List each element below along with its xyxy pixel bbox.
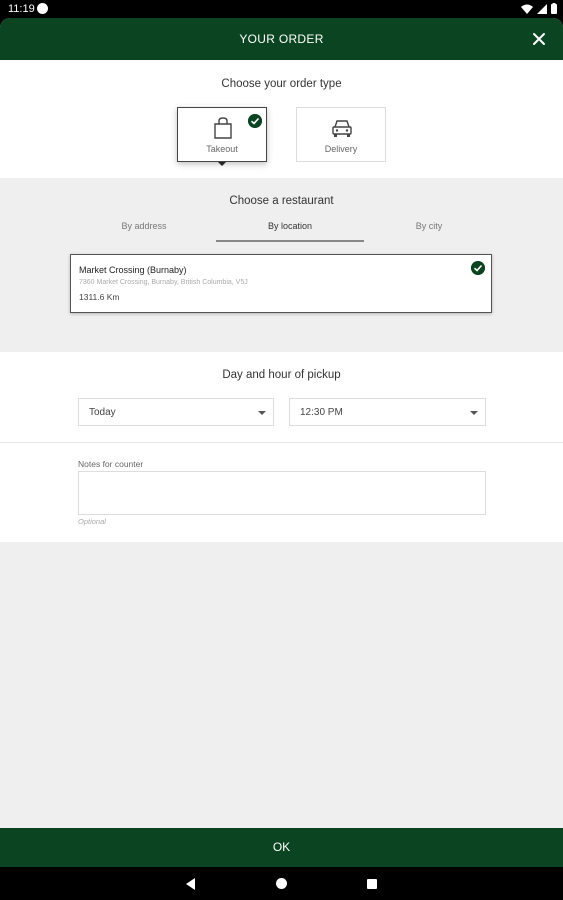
status-time: 11:19 xyxy=(8,3,35,15)
status-icons xyxy=(521,3,557,14)
checkmark-icon xyxy=(248,114,262,128)
pickup-title: Day and hour of pickup xyxy=(222,369,341,381)
shopping-bag-icon xyxy=(214,117,232,139)
status-bar: 11:19 xyxy=(0,0,563,18)
restaurant-address: 7360 Market Crossing, Burnaby, British C… xyxy=(79,279,248,286)
restaurant-distance: 1311.6 Km xyxy=(79,292,120,302)
hour-select[interactable]: 12:30 PM xyxy=(289,398,486,426)
divider xyxy=(0,442,563,443)
close-icon[interactable] xyxy=(529,29,549,49)
restaurant-name: Market Crossing (Burnaby) xyxy=(79,265,187,275)
car-icon xyxy=(332,120,352,137)
tab-by-location[interactable]: By location xyxy=(240,221,340,231)
restaurant-card[interactable]: Market Crossing (Burnaby) 7360 Market Cr… xyxy=(70,254,492,313)
checkmark-icon xyxy=(471,261,485,275)
back-icon[interactable] xyxy=(186,878,195,890)
delivery-option[interactable]: Delivery xyxy=(296,107,386,162)
day-select[interactable]: Today xyxy=(78,398,274,426)
order-type-title: Choose your order type xyxy=(221,78,342,90)
recents-icon[interactable] xyxy=(367,879,377,889)
signal-icon xyxy=(537,3,547,14)
hour-value: 12:30 PM xyxy=(300,407,343,418)
battery-icon xyxy=(551,3,557,14)
restaurant-title: Choose a restaurant xyxy=(229,195,334,207)
tab-by-address[interactable]: By address xyxy=(94,221,194,231)
system-nav-bar xyxy=(0,867,563,900)
notes-label: Notes for counter xyxy=(78,459,144,469)
day-value: Today xyxy=(89,407,116,418)
notes-hint: Optional xyxy=(78,517,106,526)
ok-button[interactable]: OK xyxy=(0,828,563,867)
app-notification-icon xyxy=(37,3,48,14)
notes-input[interactable] xyxy=(78,471,486,515)
takeout-label: Takeout xyxy=(206,144,238,154)
order-sheet: YOUR ORDER Choose your order type Takeou… xyxy=(0,18,563,867)
active-tab-indicator xyxy=(216,240,364,242)
home-icon[interactable] xyxy=(276,878,287,889)
chevron-down-icon xyxy=(470,411,478,415)
wifi-icon xyxy=(521,4,533,14)
chevron-down-icon xyxy=(258,411,266,415)
takeout-option[interactable]: Takeout xyxy=(177,107,267,162)
header-bar: YOUR ORDER xyxy=(0,18,563,60)
selection-pointer xyxy=(218,162,226,166)
delivery-label: Delivery xyxy=(324,144,358,154)
tab-by-city[interactable]: By city xyxy=(379,221,479,231)
header-title: YOUR ORDER xyxy=(239,32,324,46)
